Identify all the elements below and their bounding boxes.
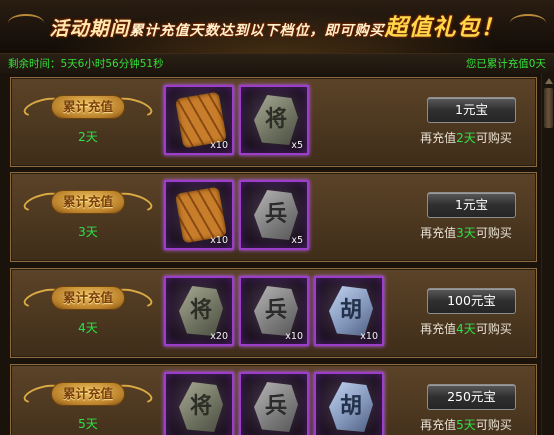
hint-prefix: 再充值 [420,226,457,240]
tier-row: 累计充值 2天 x10 将 x5 1元宝 再充值2天可购买 [10,77,537,167]
remaining-time-value: 5天6小时56分钟51秒 [60,58,164,70]
scrollbar[interactable] [541,74,554,435]
reward-item-blue-stone[interactable]: 胡 [314,372,384,435]
item-count: x10 [210,235,228,246]
tier-row: 累计充值 5天 将 兵 胡 250元宝 再充值5天可购买 [10,364,537,435]
tier-row: 累计充值 4天 将 x20 兵 x10 胡 x10 100元宝 再充值4天可购买 [10,268,537,358]
hint-days: 4天 [456,322,476,336]
tier-days: 4天 [78,321,98,335]
ornament-right-icon [510,14,546,32]
soldier-stone-icon: 兵 [254,286,298,336]
buy-button[interactable]: 1元宝 [427,192,516,218]
purchase-hint: 再充值3天可购买 [391,224,540,241]
item-count: x10 [210,140,228,151]
tier-list[interactable]: 累计充值 2天 x10 将 x5 1元宝 再充值2天可购买 累计充值 3天 x1… [0,74,540,435]
blue-stone-icon: 胡 [329,286,373,336]
accumulated-days: 您已累计充值0天 [465,58,546,70]
tier-badge: 累计充值 [21,92,155,122]
tier-days: 5天 [78,417,98,431]
banner-title-part3: 超值礼包！ [384,15,505,41]
tier-badge: 累计充值 [21,283,155,313]
remaining-time-label: 剩余时间： [8,58,61,70]
reward-item-general-stone[interactable]: 将 x5 [239,85,309,155]
buy-button[interactable]: 1元宝 [427,97,516,123]
tier-days: 2天 [78,130,98,144]
hint-prefix: 再充值 [420,418,457,432]
reward-item-soldier-stone[interactable]: 兵 x5 [239,180,309,250]
item-count: x20 [210,331,228,342]
tier-badge-label: 累计充值 [51,286,125,310]
hint-days: 2天 [456,131,476,145]
general-stone-icon: 将 [179,286,223,336]
banner-title: 活动期间累计充值天数达到以下档位，即可购买超值礼包！ [0,8,554,42]
tier-badge-label: 累计充值 [51,382,125,406]
blue-stone-icon: 胡 [329,382,373,432]
tier-badge: 累计充值 [21,187,155,217]
tier-days: 3天 [78,225,98,239]
scrollbar-thumb[interactable] [544,88,553,128]
reward-item-scroll-bundle[interactable]: x10 [164,180,234,250]
hint-suffix: 可购买 [475,322,512,336]
item-count: x5 [291,140,303,151]
tier-badge-label: 累计充值 [51,190,125,214]
hint-prefix: 再充值 [420,131,457,145]
reward-item-scroll-bundle[interactable]: x10 [164,85,234,155]
purchase-hint: 再充值5天可购买 [391,416,540,433]
tier-badge-label: 累计充值 [51,95,125,119]
reward-item-general-stone[interactable]: 将 [164,372,234,435]
event-banner: 活动期间累计充值天数达到以下档位，即可购买超值礼包！ [0,0,554,54]
reward-item-soldier-stone[interactable]: 兵 [239,372,309,435]
hint-prefix: 再充值 [420,322,457,336]
soldier-stone-icon: 兵 [254,382,298,432]
reward-item-general-stone[interactable]: 将 x20 [164,276,234,346]
reward-item-soldier-stone[interactable]: 兵 x10 [239,276,309,346]
purchase-hint: 再充值2天可购买 [391,129,540,146]
hint-days: 3天 [456,226,476,240]
hint-days: 5天 [456,418,476,432]
reward-item-blue-stone[interactable]: 胡 x10 [314,276,384,346]
banner-title-part2: 累计充值天数达到以下档位，即可购买 [129,23,385,39]
item-count: x5 [291,235,303,246]
item-count: x10 [360,331,378,342]
hint-suffix: 可购买 [475,226,512,240]
general-stone-icon: 将 [254,95,298,145]
soldier-stone-icon: 兵 [254,190,298,240]
item-count: x10 [285,331,303,342]
general-stone-icon: 将 [179,382,223,432]
banner-title-part1: 活动期间 [49,18,130,40]
tier-badge: 累计充值 [21,379,155,409]
remaining-time: 剩余时间：5天6小时56分钟51秒 [8,54,164,74]
tier-row: 累计充值 3天 x10 兵 x5 1元宝 再充值3天可购买 [10,172,537,262]
info-bar: 剩余时间：5天6小时56分钟51秒 您已累计充值0天 [0,54,554,74]
scroll-up-icon[interactable] [545,78,553,84]
buy-button[interactable]: 250元宝 [427,384,516,410]
purchase-hint: 再充值4天可购买 [391,320,540,337]
hint-suffix: 可购买 [475,418,512,432]
buy-button[interactable]: 100元宝 [427,288,516,314]
hint-suffix: 可购买 [475,131,512,145]
